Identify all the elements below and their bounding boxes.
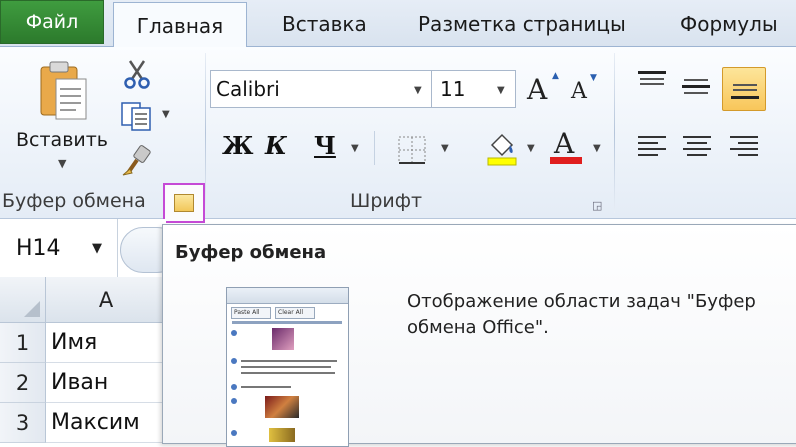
- grow-font-button[interactable]: A: [527, 73, 547, 106]
- borders-icon[interactable]: [397, 135, 427, 165]
- ribbon-tab-bar: Файл Главная Вставка Разметка страницы Ф…: [0, 0, 796, 48]
- tab-home[interactable]: Главная: [113, 2, 247, 48]
- align-right-icon[interactable]: [728, 133, 760, 161]
- screentip-description: Отображение области задач "Буфер обмена …: [407, 291, 756, 338]
- row-header[interactable]: 2: [0, 363, 46, 403]
- underline-button[interactable]: Ч: [314, 131, 336, 160]
- tab-file[interactable]: Файл: [0, 0, 104, 44]
- caret-down-icon: ▼: [590, 73, 597, 83]
- pane-thumbnail: [265, 396, 299, 418]
- pane-item-icon: [231, 358, 237, 364]
- pane-item-icon: [231, 384, 237, 390]
- pane-text-line: [241, 372, 335, 374]
- tab-insert[interactable]: Вставка: [282, 0, 367, 47]
- font-name-combobox[interactable]: Calibri: [210, 70, 432, 108]
- worksheet-grid: A 1 Имя 2 Иван 3 Максим: [0, 277, 166, 443]
- row-header[interactable]: 3: [0, 403, 46, 443]
- group-divider: [205, 53, 206, 213]
- group-divider: [614, 53, 615, 213]
- tab-page-layout[interactable]: Разметка страницы: [418, 0, 626, 47]
- clipboard-group-label: Буфер обмена: [2, 190, 146, 212]
- column-header-a[interactable]: A: [46, 277, 166, 323]
- pane-item-icon: [231, 430, 237, 436]
- italic-button[interactable]: К: [265, 131, 287, 160]
- clipboard-dialog-launcher-button[interactable]: [163, 183, 205, 223]
- chevron-down-icon[interactable]: ▼: [351, 143, 359, 154]
- chevron-down-icon[interactable]: ▼: [497, 85, 505, 96]
- cut-icon[interactable]: [122, 59, 152, 89]
- align-top-icon[interactable]: [636, 69, 668, 97]
- screentip-popup: Буфер обмена Paste All Clear All Отображ…: [162, 224, 796, 447]
- chevron-down-icon[interactable]: ▼: [441, 143, 449, 154]
- chevron-down-icon[interactable]: ▼: [414, 85, 422, 96]
- pane-text-line: [241, 360, 337, 362]
- chevron-down-icon[interactable]: ▼: [92, 241, 102, 256]
- format-painter-icon[interactable]: [120, 145, 154, 177]
- pane-thumbnail: [272, 328, 294, 350]
- chevron-down-icon[interactable]: ▼: [58, 157, 66, 170]
- pane-hint-line: [232, 321, 342, 324]
- chevron-down-icon[interactable]: ▼: [593, 143, 601, 154]
- formula-bar: H14 ▼: [0, 219, 180, 277]
- divider: [374, 131, 375, 165]
- select-all-button[interactable]: [0, 277, 46, 323]
- align-bottom-icon: [731, 84, 759, 99]
- row-header[interactable]: 1: [0, 323, 46, 363]
- pane-thumbnail: [269, 428, 295, 442]
- cell-a2[interactable]: Иван: [46, 363, 166, 403]
- pane-text-line: [241, 366, 331, 368]
- pane-item-icon: [231, 398, 237, 404]
- bold-button[interactable]: Ж: [222, 131, 254, 160]
- shrink-font-button[interactable]: A: [571, 79, 587, 104]
- clipboard-pane-preview-image: Paste All Clear All: [226, 287, 349, 447]
- chevron-down-icon[interactable]: ▼: [527, 143, 535, 154]
- select-all-triangle-icon: [24, 301, 40, 317]
- ribbon: Вставить ▼ ▼ Буфер обмена Calibri ▼ 11 ▼…: [0, 47, 796, 223]
- screentip-title: Буфер обмена: [175, 242, 327, 263]
- align-left-icon[interactable]: [636, 133, 668, 161]
- paste-icon: [40, 61, 87, 120]
- font-color-icon[interactable]: A: [548, 127, 584, 167]
- pane-paste-all-button: Paste All: [231, 307, 271, 319]
- align-middle-icon[interactable]: [680, 75, 712, 103]
- pane-clear-all-button: Clear All: [275, 307, 315, 319]
- dialog-launcher-icon: [174, 194, 194, 212]
- pane-text-line: [241, 386, 291, 388]
- tab-formulas[interactable]: Формулы: [680, 0, 778, 47]
- cell-a3[interactable]: Максим: [46, 403, 166, 443]
- cell-a1[interactable]: Имя: [46, 323, 166, 363]
- dialog-launcher-icon[interactable]: ◲: [592, 199, 602, 212]
- copy-icon[interactable]: [120, 101, 154, 131]
- paste-label: Вставить: [16, 129, 109, 151]
- caret-up-icon: ▲: [552, 71, 559, 81]
- pane-header: [227, 288, 348, 304]
- font-group-label: Шрифт: [350, 190, 423, 212]
- font-color-letter: A: [554, 127, 575, 160]
- font-color-swatch: [550, 157, 582, 164]
- fill-color-icon[interactable]: [484, 131, 520, 167]
- align-center-icon[interactable]: [681, 133, 713, 161]
- pane-item-icon: [231, 330, 237, 336]
- align-bottom-button[interactable]: [722, 67, 766, 111]
- chevron-down-icon[interactable]: ▼: [162, 109, 170, 120]
